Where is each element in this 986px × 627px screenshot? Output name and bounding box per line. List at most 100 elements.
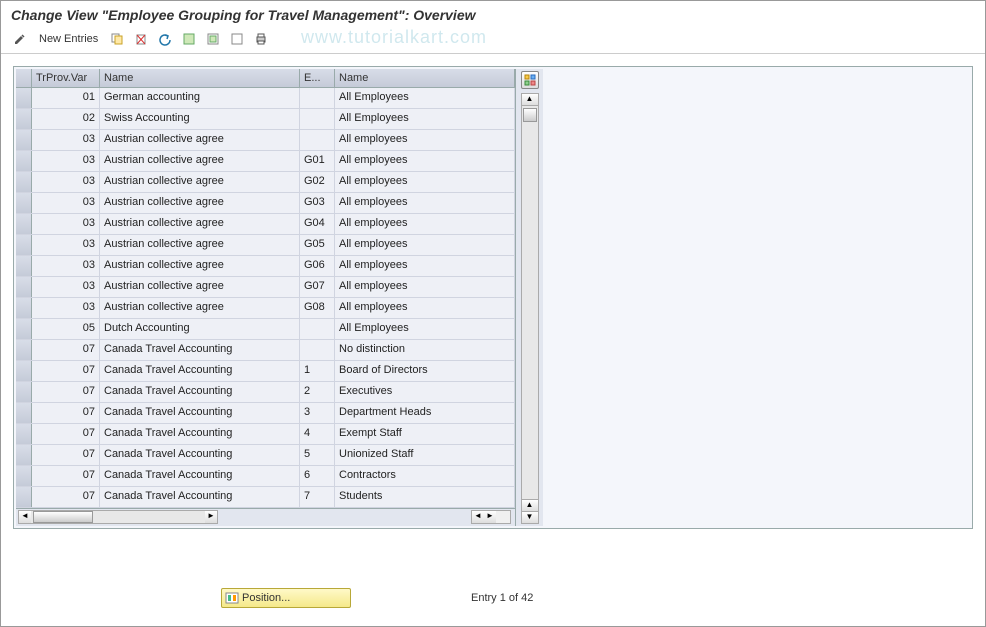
table-row[interactable]: 07Canada Travel Accounting1Board of Dire…	[16, 361, 515, 382]
toggle-edit-icon[interactable]	[9, 29, 31, 49]
cell-egrp[interactable]: 6	[300, 466, 335, 486]
cell-name2[interactable]: All employees	[335, 193, 515, 213]
table-row[interactable]: 03Austrian collective agreeG03All employ…	[16, 193, 515, 214]
row-selector[interactable]	[16, 382, 32, 402]
cell-name2[interactable]: Unionized Staff	[335, 445, 515, 465]
table-row[interactable]: 07Canada Travel Accounting4Exempt Staff	[16, 424, 515, 445]
select-all-icon[interactable]	[178, 29, 200, 49]
cell-trvar[interactable]: 07	[32, 340, 100, 360]
cell-name2[interactable]: Executives	[335, 382, 515, 402]
cell-name2[interactable]: Board of Directors	[335, 361, 515, 381]
row-selector[interactable]	[16, 235, 32, 255]
cell-name1[interactable]: Austrian collective agree	[100, 130, 300, 150]
cell-egrp[interactable]: G03	[300, 193, 335, 213]
cell-egrp[interactable]	[300, 88, 335, 108]
cell-name1[interactable]: Swiss Accounting	[100, 109, 300, 129]
cell-name2[interactable]: All employees	[335, 151, 515, 171]
row-selector[interactable]	[16, 109, 32, 129]
cell-name1[interactable]: Austrian collective agree	[100, 277, 300, 297]
row-selector[interactable]	[16, 487, 32, 507]
cell-name1[interactable]: Dutch Accounting	[100, 319, 300, 339]
table-row[interactable]: 07Canada Travel AccountingNo distinction	[16, 340, 515, 361]
row-selector[interactable]	[16, 256, 32, 276]
table-row[interactable]: 03Austrian collective agreeG06All employ…	[16, 256, 515, 277]
cell-egrp[interactable]	[300, 130, 335, 150]
deselect-all-icon[interactable]	[226, 29, 248, 49]
col-header-trvar[interactable]: TrProv.Var	[32, 69, 100, 87]
cell-name1[interactable]: Canada Travel Accounting	[100, 487, 300, 507]
cell-name1[interactable]: Canada Travel Accounting	[100, 424, 300, 444]
table-row[interactable]: 01German accountingAll Employees	[16, 88, 515, 109]
cell-name2[interactable]: All employees	[335, 298, 515, 318]
cell-trvar[interactable]: 03	[32, 172, 100, 192]
cell-name1[interactable]: Austrian collective agree	[100, 172, 300, 192]
undo-icon[interactable]	[154, 29, 176, 49]
col-header-name2[interactable]: Name	[335, 69, 515, 87]
cell-name1[interactable]: Austrian collective agree	[100, 193, 300, 213]
new-entries-button[interactable]: New Entries	[33, 31, 104, 47]
cell-egrp[interactable]: 2	[300, 382, 335, 402]
cell-name2[interactable]: All Employees	[335, 319, 515, 339]
cell-egrp[interactable]: G07	[300, 277, 335, 297]
row-selector[interactable]	[16, 130, 32, 150]
table-row[interactable]: 03Austrian collective agreeG08All employ…	[16, 298, 515, 319]
row-selector[interactable]	[16, 403, 32, 423]
cell-trvar[interactable]: 03	[32, 256, 100, 276]
table-settings-icon[interactable]	[521, 71, 539, 89]
print-icon[interactable]	[250, 29, 272, 49]
row-selector[interactable]	[16, 361, 32, 381]
cell-trvar[interactable]: 07	[32, 466, 100, 486]
scroll-left-icon[interactable]: ◄	[472, 511, 484, 523]
table-row[interactable]: 03Austrian collective agreeG01All employ…	[16, 151, 515, 172]
cell-name2[interactable]: No distinction	[335, 340, 515, 360]
cell-name1[interactable]: Canada Travel Accounting	[100, 445, 300, 465]
cell-name1[interactable]: Canada Travel Accounting	[100, 466, 300, 486]
cell-trvar[interactable]: 05	[32, 319, 100, 339]
cell-trvar[interactable]: 03	[32, 277, 100, 297]
cell-name2[interactable]: Contractors	[335, 466, 515, 486]
cell-name1[interactable]: Austrian collective agree	[100, 256, 300, 276]
row-selector[interactable]	[16, 319, 32, 339]
scroll-down-icon[interactable]: ▼	[522, 511, 538, 523]
row-selector[interactable]	[16, 466, 32, 486]
cell-trvar[interactable]: 07	[32, 424, 100, 444]
scroll-right-icon[interactable]: ►	[205, 511, 217, 523]
cell-trvar[interactable]: 03	[32, 193, 100, 213]
cell-egrp[interactable]: 7	[300, 487, 335, 507]
row-selector[interactable]	[16, 151, 32, 171]
table-row[interactable]: 07Canada Travel Accounting6Contractors	[16, 466, 515, 487]
cell-trvar[interactable]: 03	[32, 151, 100, 171]
cell-trvar[interactable]: 03	[32, 235, 100, 255]
cell-egrp[interactable]: G04	[300, 214, 335, 234]
cell-name2[interactable]: All Employees	[335, 109, 515, 129]
row-selector[interactable]	[16, 424, 32, 444]
row-selector[interactable]	[16, 193, 32, 213]
cell-egrp[interactable]: 1	[300, 361, 335, 381]
cell-egrp[interactable]: G06	[300, 256, 335, 276]
cell-name2[interactable]: All employees	[335, 235, 515, 255]
table-row[interactable]: 07Canada Travel Accounting7Students	[16, 487, 515, 508]
cell-egrp[interactable]: 4	[300, 424, 335, 444]
cell-trvar[interactable]: 07	[32, 445, 100, 465]
table-row[interactable]: 07Canada Travel Accounting2Executives	[16, 382, 515, 403]
cell-trvar[interactable]: 01	[32, 88, 100, 108]
cell-name1[interactable]: Canada Travel Accounting	[100, 361, 300, 381]
table-row[interactable]: 07Canada Travel Accounting3Department He…	[16, 403, 515, 424]
cell-trvar[interactable]: 02	[32, 109, 100, 129]
row-selector[interactable]	[16, 88, 32, 108]
col-header-selector[interactable]	[16, 69, 32, 87]
table-row[interactable]: 03Austrian collective agreeG04All employ…	[16, 214, 515, 235]
cell-trvar[interactable]: 07	[32, 487, 100, 507]
table-row[interactable]: 03Austrian collective agreeG05All employ…	[16, 235, 515, 256]
table-row[interactable]: 03Austrian collective agreeG07All employ…	[16, 277, 515, 298]
cell-egrp[interactable]	[300, 109, 335, 129]
col-header-name1[interactable]: Name	[100, 69, 300, 87]
cell-name1[interactable]: Austrian collective agree	[100, 235, 300, 255]
scroll-left-icon[interactable]: ◄	[19, 511, 31, 523]
scroll-right-icon[interactable]: ►	[484, 511, 496, 523]
delete-icon[interactable]	[130, 29, 152, 49]
cell-egrp[interactable]: G05	[300, 235, 335, 255]
cell-name1[interactable]: Canada Travel Accounting	[100, 382, 300, 402]
cell-name2[interactable]: All employees	[335, 130, 515, 150]
row-selector[interactable]	[16, 445, 32, 465]
